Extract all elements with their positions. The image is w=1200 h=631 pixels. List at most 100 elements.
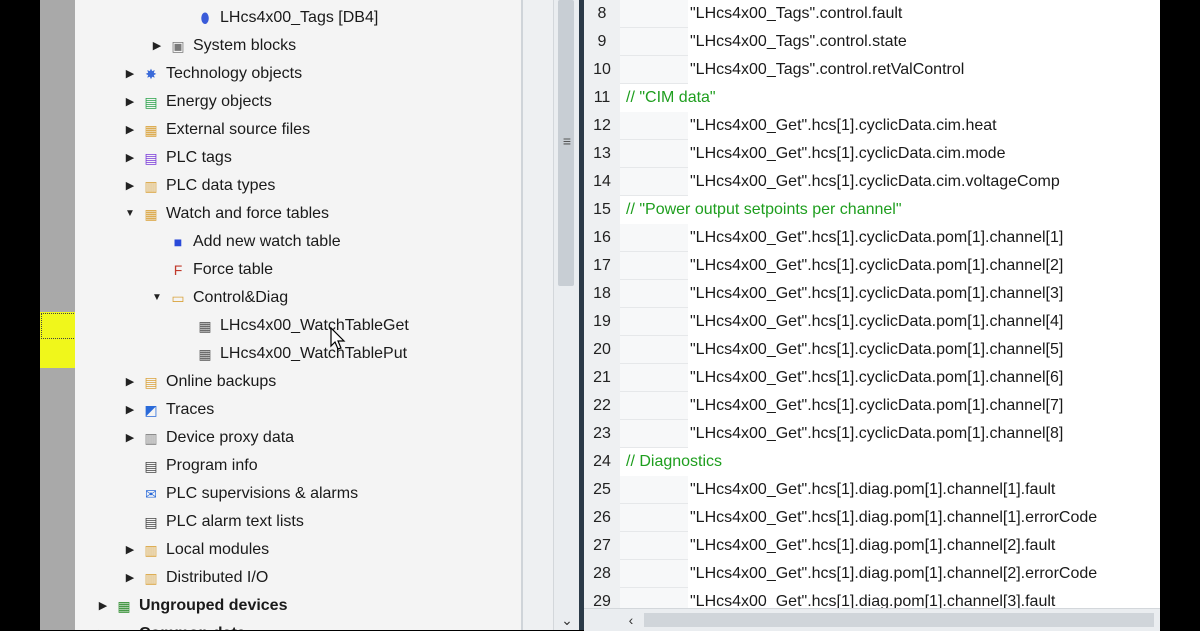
tree-item[interactable]: ▼ ▦ Watch and force tables: [75, 200, 521, 228]
collapsed-arrow-icon[interactable]: ▶: [95, 592, 111, 620]
watch-table-row[interactable]: 19 "LHcs4x00_Get".hcs[1].cyclicData.pom[1…: [584, 308, 1160, 336]
name-cell[interactable]: [620, 420, 688, 448]
address-text[interactable]: "LHcs4x00_Get".hcs[1].diag.pom[1].channe…: [690, 504, 1097, 532]
address-text[interactable]: "LHcs4x00_Get".hcs[1].cyclicData.pom[1].…: [690, 280, 1063, 308]
collapsed-arrow-icon[interactable]: ▶: [122, 424, 138, 452]
name-cell[interactable]: [620, 476, 688, 504]
tree-item[interactable]: ⬮ LHcs4x00_Tags [DB4]: [75, 4, 521, 32]
watch-table-row[interactable]: 23 "LHcs4x00_Get".hcs[1].cyclicData.pom[1…: [584, 420, 1160, 448]
comment-row[interactable]: 15// "Power output setpoints per channel…: [584, 196, 1160, 224]
address-text[interactable]: "LHcs4x00_Get".hcs[1].diag.pom[1].channe…: [690, 476, 1055, 504]
name-cell[interactable]: [620, 168, 688, 196]
name-cell[interactable]: [620, 0, 688, 28]
name-cell[interactable]: [620, 336, 688, 364]
name-cell[interactable]: [620, 280, 688, 308]
watch-table-row[interactable]: 10 "LHcs4x00_Tags".control.retValControl: [584, 56, 1160, 84]
address-text[interactable]: "LHcs4x00_Tags".control.retValControl: [690, 56, 964, 84]
tree-item[interactable]: ▦ LHcs4x00_WatchTablePut: [75, 340, 521, 368]
tree-item[interactable]: ▶ ▥ PLC data types: [75, 172, 521, 200]
collapsed-arrow-icon[interactable]: ▶: [122, 396, 138, 424]
collapsed-arrow-icon[interactable]: ▶: [122, 144, 138, 172]
tree-item[interactable]: ▶ ▦ Ungrouped devices: [75, 592, 521, 620]
address-text[interactable]: "LHcs4x00_Get".hcs[1].diag.pom[1].channe…: [690, 532, 1055, 560]
collapsed-arrow-icon[interactable]: ▶: [122, 88, 138, 116]
address-text[interactable]: "LHcs4x00_Tags".control.state: [690, 28, 907, 56]
tree-item[interactable]: ▶ ▥ Distributed I/O: [75, 564, 521, 592]
tree-item[interactable]: ▶ ▣ System blocks: [75, 32, 521, 60]
editor-horizontal-scrollbar[interactable]: ‹: [584, 608, 1160, 631]
name-cell[interactable]: [620, 112, 688, 140]
tree-item[interactable]: ▼ ▭ Control&Diag: [75, 284, 521, 312]
name-cell[interactable]: [620, 504, 688, 532]
comment-text[interactable]: // "Power output setpoints per channel": [626, 196, 902, 224]
watch-table-row[interactable]: 28 "LHcs4x00_Get".hcs[1].diag.pom[1].chan…: [584, 560, 1160, 588]
name-cell[interactable]: [620, 28, 688, 56]
address-text[interactable]: "LHcs4x00_Get".hcs[1].cyclicData.cim.vol…: [690, 168, 1060, 196]
scroll-down-icon[interactable]: ⌄: [554, 610, 580, 630]
tree-item[interactable]: ▶ ▥ Local modules: [75, 536, 521, 564]
address-text[interactable]: "LHcs4x00_Get".hcs[1].cyclicData.pom[1].…: [690, 252, 1063, 280]
collapsed-arrow-icon[interactable]: ▶: [122, 536, 138, 564]
watch-table-row[interactable]: 18 "LHcs4x00_Get".hcs[1].cyclicData.pom[1…: [584, 280, 1160, 308]
name-cell[interactable]: [620, 140, 688, 168]
collapsed-arrow-icon[interactable]: ▶: [122, 116, 138, 144]
address-text[interactable]: "LHcs4x00_Get".hcs[1].cyclicData.pom[1].…: [690, 336, 1063, 364]
watch-table-row[interactable]: 14 "LHcs4x00_Get".hcs[1].cyclicData.cim.v…: [584, 168, 1160, 196]
name-cell[interactable]: [620, 364, 688, 392]
address-text[interactable]: "LHcs4x00_Get".hcs[1].cyclicData.pom[1].…: [690, 308, 1063, 336]
collapsed-arrow-icon[interactable]: ▶: [122, 60, 138, 88]
tree-item[interactable]: ▦ LHcs4x00_WatchTableGet: [75, 312, 521, 340]
watch-table-row[interactable]: 8 "LHcs4x00_Tags".control.fault: [584, 0, 1160, 28]
name-cell[interactable]: [620, 252, 688, 280]
address-text[interactable]: "LHcs4x00_Get".hcs[1].cyclicData.pom[1].…: [690, 224, 1063, 252]
collapsed-arrow-icon[interactable]: ▶: [122, 564, 138, 592]
tree-item[interactable]: ■ Add new watch table: [75, 228, 521, 256]
tree-item[interactable]: ✉ PLC supervisions & alarms: [75, 480, 521, 508]
tree-item[interactable]: ▶ ▥ Device proxy data: [75, 424, 521, 452]
watch-table-row[interactable]: 27 "LHcs4x00_Get".hcs[1].diag.pom[1].chan…: [584, 532, 1160, 560]
tree-item[interactable]: ▶ ✸ Technology objects: [75, 60, 521, 88]
address-text[interactable]: "LHcs4x00_Get".hcs[1].cyclicData.pom[1].…: [690, 392, 1063, 420]
name-cell[interactable]: [620, 308, 688, 336]
watch-table-row[interactable]: 9 "LHcs4x00_Tags".control.state: [584, 28, 1160, 56]
watch-table-row[interactable]: 21 "LHcs4x00_Get".hcs[1].cyclicData.pom[1…: [584, 364, 1160, 392]
collapsed-arrow-icon[interactable]: ▶: [149, 32, 165, 60]
tree-item[interactable]: ▶ ▤ PLC tags: [75, 144, 521, 172]
name-cell[interactable]: [620, 56, 688, 84]
watch-table-row[interactable]: 26 "LHcs4x00_Get".hcs[1].diag.pom[1].chan…: [584, 504, 1160, 532]
watch-table-row[interactable]: 17 "LHcs4x00_Get".hcs[1].cyclicData.pom[1…: [584, 252, 1160, 280]
name-cell[interactable]: [620, 392, 688, 420]
expanded-arrow-icon[interactable]: ▼: [122, 200, 138, 228]
address-text[interactable]: "LHcs4x00_Get".hcs[1].cyclicData.cim.mod…: [690, 140, 1005, 168]
watch-table-row[interactable]: 25 "LHcs4x00_Get".hcs[1].diag.pom[1].chan…: [584, 476, 1160, 504]
collapsed-arrow-icon[interactable]: ▶: [122, 368, 138, 396]
collapsed-arrow-icon[interactable]: ▶: [95, 620, 111, 630]
tree-item[interactable]: ▶ ▦ External source files: [75, 116, 521, 144]
watch-table-row[interactable]: 22 "LHcs4x00_Get".hcs[1].cyclicData.pom[1…: [584, 392, 1160, 420]
address-text[interactable]: "LHcs4x00_Get".hcs[1].cyclicData.pom[1].…: [690, 420, 1063, 448]
tree-item[interactable]: ▶ ▤ Online backups: [75, 368, 521, 396]
watch-table-row[interactable]: 13 "LHcs4x00_Get".hcs[1].cyclicData.cim.m…: [584, 140, 1160, 168]
tree-item[interactable]: ▶ ◩ Traces: [75, 396, 521, 424]
tree-item[interactable]: ▶ ▤ Energy objects: [75, 88, 521, 116]
address-text[interactable]: "LHcs4x00_Tags".control.fault: [690, 0, 902, 28]
watch-table-row[interactable]: 12 "LHcs4x00_Get".hcs[1].cyclicData.cim.h…: [584, 112, 1160, 140]
h-scrollbar-thumb[interactable]: [644, 613, 1154, 627]
comment-row[interactable]: 24// Diagnostics: [584, 448, 1160, 476]
name-cell[interactable]: [620, 532, 688, 560]
comment-text[interactable]: // "CIM data": [626, 84, 716, 112]
watch-table-row[interactable]: 20 "LHcs4x00_Get".hcs[1].cyclicData.pom[1…: [584, 336, 1160, 364]
tree-item[interactable]: F Force table: [75, 256, 521, 284]
collapsed-arrow-icon[interactable]: ▶: [122, 172, 138, 200]
project-tree[interactable]: ⬮ LHcs4x00_Tags [DB4] ▶ ▣ System blocks ▶ ✸ Tec…: [75, 0, 521, 630]
comment-text[interactable]: // Diagnostics: [626, 448, 722, 476]
comment-row[interactable]: 11// "CIM data": [584, 84, 1160, 112]
tree-item[interactable]: ▶ ▤ Common data: [75, 620, 521, 630]
scroll-left-icon[interactable]: ‹: [620, 609, 642, 631]
name-cell[interactable]: [620, 560, 688, 588]
expanded-arrow-icon[interactable]: ▼: [149, 284, 165, 312]
tree-item[interactable]: ▤ PLC alarm text lists: [75, 508, 521, 536]
tree-vertical-scrollbar[interactable]: ≡ ⌄: [553, 0, 580, 630]
name-cell[interactable]: [620, 224, 688, 252]
address-text[interactable]: "LHcs4x00_Get".hcs[1].cyclicData.pom[1].…: [690, 364, 1063, 392]
